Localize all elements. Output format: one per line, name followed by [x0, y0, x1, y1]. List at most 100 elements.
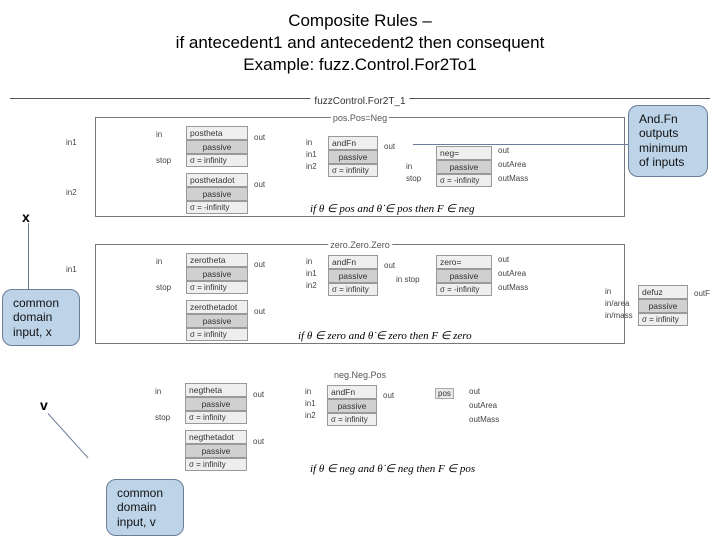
callout-andfn: And.Fn outputs minimum of inputs — [628, 105, 708, 177]
port-out: out — [383, 391, 394, 400]
port-stop: stop — [156, 283, 171, 292]
node-negtheta: negtheta passive σ = infinity — [185, 383, 247, 424]
title-line2: if antecedent1 and antecedent2 then cons… — [0, 32, 720, 54]
label-passive: passive — [328, 269, 378, 283]
formula-mid: if θ ∈ zero and θ̇ ∈ zero then F ∈ zero — [298, 329, 472, 342]
port-inmass: in/mass — [605, 311, 633, 320]
callout-x-pointer — [28, 223, 29, 289]
port-out: out — [384, 261, 395, 270]
label-sigma: σ = infinity — [638, 313, 688, 326]
node-pos: pos — [435, 388, 454, 399]
label-negthetadot: negthetadot — [185, 430, 247, 444]
port-in-stop: in stop — [396, 275, 420, 284]
diagram-header: fuzzControl.For2T_1 — [310, 96, 409, 107]
label-defuz: defuz — [638, 285, 688, 299]
label-passive: passive — [327, 399, 377, 413]
diagram-canvas: fuzzControl.For2T_1 pos.Pos=Neg in1 in2 … — [10, 98, 710, 530]
label-sigma: σ = infinity — [185, 411, 247, 424]
port-outmass: outMass — [498, 174, 528, 183]
port-outF: outF — [694, 289, 710, 298]
port-in1: in1 — [306, 269, 317, 278]
port-in: in — [156, 257, 162, 266]
frame-bot-title: neg.Neg.Pos — [332, 370, 388, 380]
port-in2: in2 — [306, 281, 317, 290]
callout-common-x: common domain input, x — [2, 289, 80, 346]
port-outarea: outArea — [498, 160, 526, 169]
port-in1: in1 — [305, 399, 316, 408]
port-in2: in2 — [306, 162, 317, 171]
label-andfn: andFn — [328, 136, 378, 150]
port-outmass: outMass — [469, 415, 499, 424]
port-in2: in2 — [66, 188, 77, 197]
port-in: in — [306, 257, 312, 266]
label-andfn: andFn — [328, 255, 378, 269]
label-passive: passive — [186, 314, 248, 328]
label-passive: passive — [186, 140, 248, 154]
port-outmass: outMass — [498, 283, 528, 292]
node-postheta: postheta passive σ = infinity — [186, 126, 248, 167]
port-inarea: in/area — [605, 299, 629, 308]
node-defuz: defuz passive σ = infinity — [638, 285, 688, 326]
port-stop: stop — [156, 156, 171, 165]
port-out: out — [254, 307, 265, 316]
port-in: in — [155, 387, 161, 396]
label-negtheta: negtheta — [185, 383, 247, 397]
node-andfn-bot: andFn passive σ = infinity — [327, 385, 377, 426]
node-negthetadot: negthetadot passive σ = infinity — [185, 430, 247, 471]
port-outarea: outArea — [498, 269, 526, 278]
port-out: out — [469, 387, 480, 396]
label-zero: zero= — [436, 255, 492, 269]
label-postheta: postheta — [186, 126, 248, 140]
label-passive: passive — [185, 444, 247, 458]
node-andfn-mid: andFn passive σ = infinity — [328, 255, 378, 296]
formula-top: if θ ∈ pos and θ̇ ∈ pos then F ∈ neg — [310, 202, 475, 215]
callout-andfn-pointer — [413, 144, 628, 145]
title-line1: Composite Rules – — [0, 10, 720, 32]
marker-v: v — [40, 397, 48, 413]
label-sigma: σ = infinity — [328, 283, 378, 296]
port-outarea: outArea — [469, 401, 497, 410]
label-sigma: σ = infinity — [327, 413, 377, 426]
port-in1: in1 — [66, 138, 77, 147]
formula-bot: if θ ∈ neg and θ̇ ∈ neg then F ∈ pos — [310, 462, 475, 475]
port-out: out — [253, 437, 264, 446]
node-zerothetadot: zerothetadot passive σ = infinity — [186, 300, 248, 341]
label-zerothetadot: zerothetadot — [186, 300, 248, 314]
label-sigma: σ = -infinity — [436, 283, 492, 296]
label-passive: passive — [328, 150, 378, 164]
callout-v-pointer — [48, 413, 89, 458]
label-andfn: andFn — [327, 385, 377, 399]
title-line3: Example: fuzz.Control.For2To1 — [0, 54, 720, 76]
callout-common-v: common domain input, v — [106, 479, 184, 536]
port-out: out — [498, 255, 509, 264]
port-out: out — [254, 180, 265, 189]
label-sigma: σ = infinity — [185, 458, 247, 471]
label-sigma: σ = infinity — [186, 154, 248, 167]
port-out: out — [498, 146, 509, 155]
port-in: in — [305, 387, 311, 396]
node-zerotheta: zerotheta passive σ = infinity — [186, 253, 248, 294]
node-neg: neg= passive σ = -infinity — [436, 146, 492, 187]
label-sigma: σ = infinity — [186, 328, 248, 341]
label-neg: neg= — [436, 146, 492, 160]
label-passive: passive — [436, 160, 492, 174]
label-sigma: σ = -infinity — [186, 201, 248, 214]
port-in: in — [156, 130, 162, 139]
port-out: out — [254, 133, 265, 142]
port-stop: stop — [155, 413, 170, 422]
port-out: out — [254, 260, 265, 269]
node-zero: zero= passive σ = -infinity — [436, 255, 492, 296]
port-in: in — [306, 138, 312, 147]
port-in1: in1 — [306, 150, 317, 159]
label-sigma: σ = infinity — [328, 164, 378, 177]
label-posthetadot: posthetadot — [186, 173, 248, 187]
port-in2: in2 — [305, 411, 316, 420]
label-sigma: σ = infinity — [186, 281, 248, 294]
node-posthetadot: posthetadot passive σ = -infinity — [186, 173, 248, 214]
label-passive: passive — [638, 299, 688, 313]
frame-top-title: pos.Pos=Neg — [331, 113, 389, 123]
label-passive: passive — [186, 267, 248, 281]
slide-title: Composite Rules – if antecedent1 and ant… — [0, 0, 720, 76]
label-passive: passive — [436, 269, 492, 283]
node-andfn: andFn passive σ = infinity — [328, 136, 378, 177]
